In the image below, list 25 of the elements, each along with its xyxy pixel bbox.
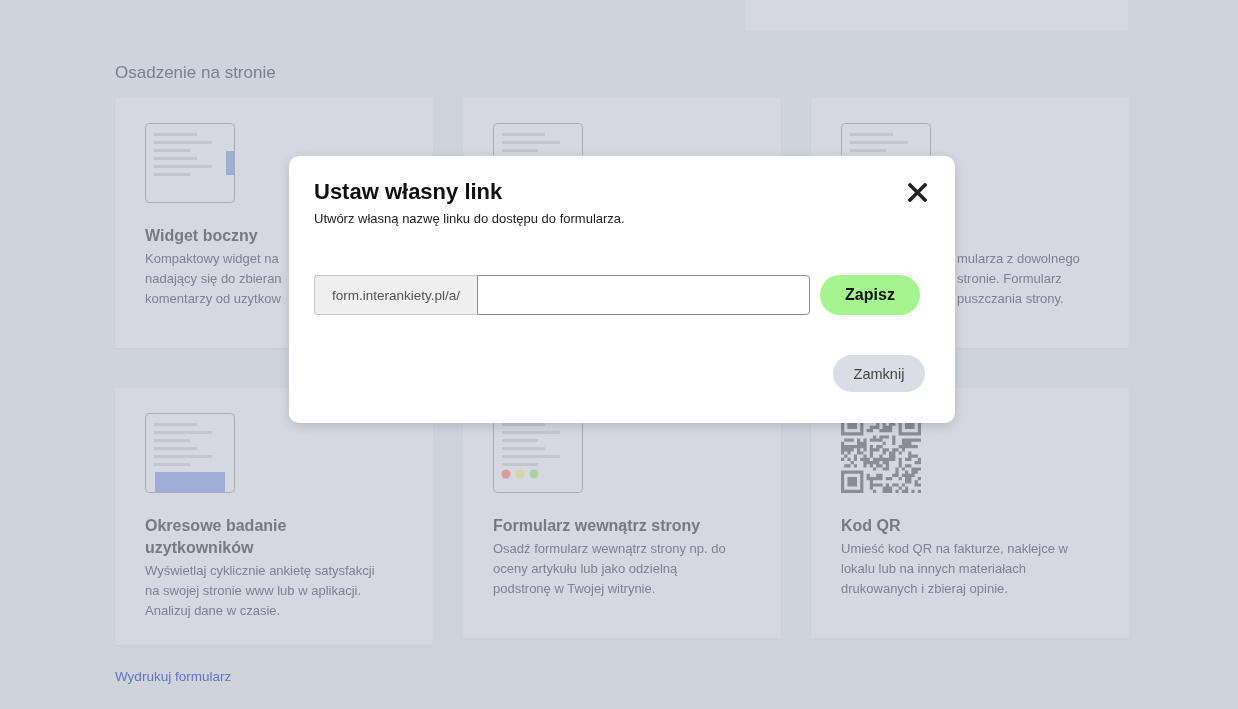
- save-button[interactable]: Zapisz: [820, 275, 920, 315]
- close-icon: [908, 182, 927, 202]
- link-name-field[interactable]: [477, 275, 810, 315]
- card-title: Widget boczny: [145, 226, 258, 246]
- page-dots-icon: [493, 423, 583, 493]
- card-description: mularza z dowolnego stronie. Formularz puszczania strony.: [957, 250, 1080, 308]
- page-banner-icon: [145, 413, 235, 493]
- page-icon: [493, 123, 583, 155]
- embed-card[interactable]: Kod QR Umieść kod QR na fakturze, naklejce w lokalu lub na innych materiałach drukowanych i zbieraj opinie.: [811, 388, 1129, 638]
- card-description: Kompaktowy widget na nadający się do zbieran komentarzy od uzytkow: [145, 250, 282, 308]
- card-description: Umieść kod QR na fakturze, naklejce w lokalu lub na innych materiałach drukowanych i zbieraj opinie.: [841, 540, 1069, 598]
- url-prefix: form.interankiety.pl/a/: [314, 275, 477, 315]
- dismiss-button[interactable]: [908, 182, 927, 202]
- qr-code-icon: [841, 423, 921, 493]
- page-icon: [841, 123, 931, 155]
- embed-card[interactable]: Okresowe badanie uzytkowników Wyświetlaj cyklicznie ankietę satysfakcji na swojej stronie www lub w aplikacji. Analizuj dane w czasie.: [115, 388, 433, 645]
- section-heading: Osadzenie na stronie: [115, 62, 276, 84]
- close-button[interactable]: Zamknij: [833, 355, 925, 392]
- page-sidebar-icon: [145, 123, 235, 203]
- card-description: Osadź formularz wewnątrz strony np. do oceny artykułu lub jako odzielną podstronę w Twojej witrynie.: [493, 540, 727, 598]
- card-title: Kod QR: [841, 516, 901, 536]
- print-link[interactable]: Wydrukuj formularz: [115, 668, 232, 686]
- card-title: Okresowe badanie uzytkowników: [145, 516, 288, 558]
- card-description: Wyświetlaj cyklicznie ankietę satysfakcji na swojej stronie www lub w aplikacji. Analizuj dane w czasie.: [145, 562, 376, 620]
- card-title: Formularz wewnątrz strony: [493, 516, 701, 536]
